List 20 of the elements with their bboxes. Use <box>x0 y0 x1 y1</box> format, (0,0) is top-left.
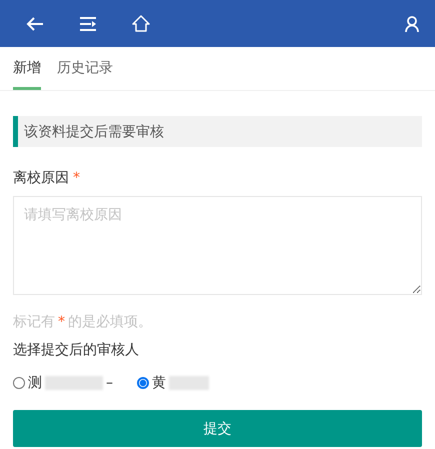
submit-button[interactable]: 提交 <box>13 410 422 447</box>
radio-button[interactable] <box>137 377 149 389</box>
hint-text: 标记有 * 的是必填项。 <box>13 313 153 332</box>
radio-label-suffix: – <box>106 375 113 391</box>
radio-button[interactable] <box>13 377 25 389</box>
menu-icon[interactable] <box>80 16 96 30</box>
notice-banner: 该资料提交后需要审核 <box>13 116 422 147</box>
required-mark: * <box>73 170 80 186</box>
redaction-block <box>169 376 209 390</box>
reviewer-label: 选择提交后的审核人 <box>13 341 140 360</box>
reason-field[interactable]: 请填写离校原因 <box>13 196 422 295</box>
field-label: 离校原因 <box>13 169 69 187</box>
radio-label: 测 <box>28 374 42 392</box>
back-icon[interactable] <box>26 16 44 32</box>
tab[interactable]: 历史记录 <box>57 47 113 90</box>
user-icon[interactable] <box>405 16 419 32</box>
radio-label: 黄 <box>152 374 166 392</box>
home-icon[interactable] <box>132 15 150 32</box>
redaction-block <box>45 376 103 390</box>
tab[interactable]: 新增 <box>13 47 41 90</box>
